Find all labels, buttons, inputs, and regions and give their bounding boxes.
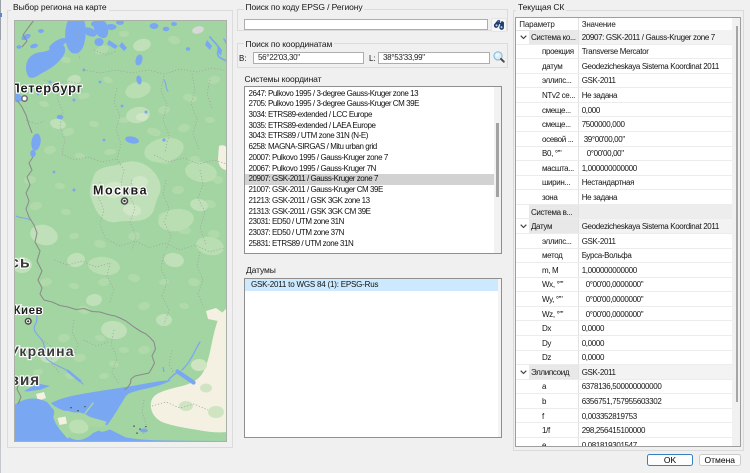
svg-text:Москва: Москва bbox=[93, 184, 148, 198]
svg-text:Петербург: Петербург bbox=[14, 80, 83, 95]
svg-text:Киев: Киев bbox=[14, 305, 43, 317]
svg-text:Украина: Украина bbox=[14, 343, 75, 359]
svg-text:сь: сь bbox=[14, 255, 31, 272]
svg-text:вия: вия bbox=[14, 372, 40, 389]
